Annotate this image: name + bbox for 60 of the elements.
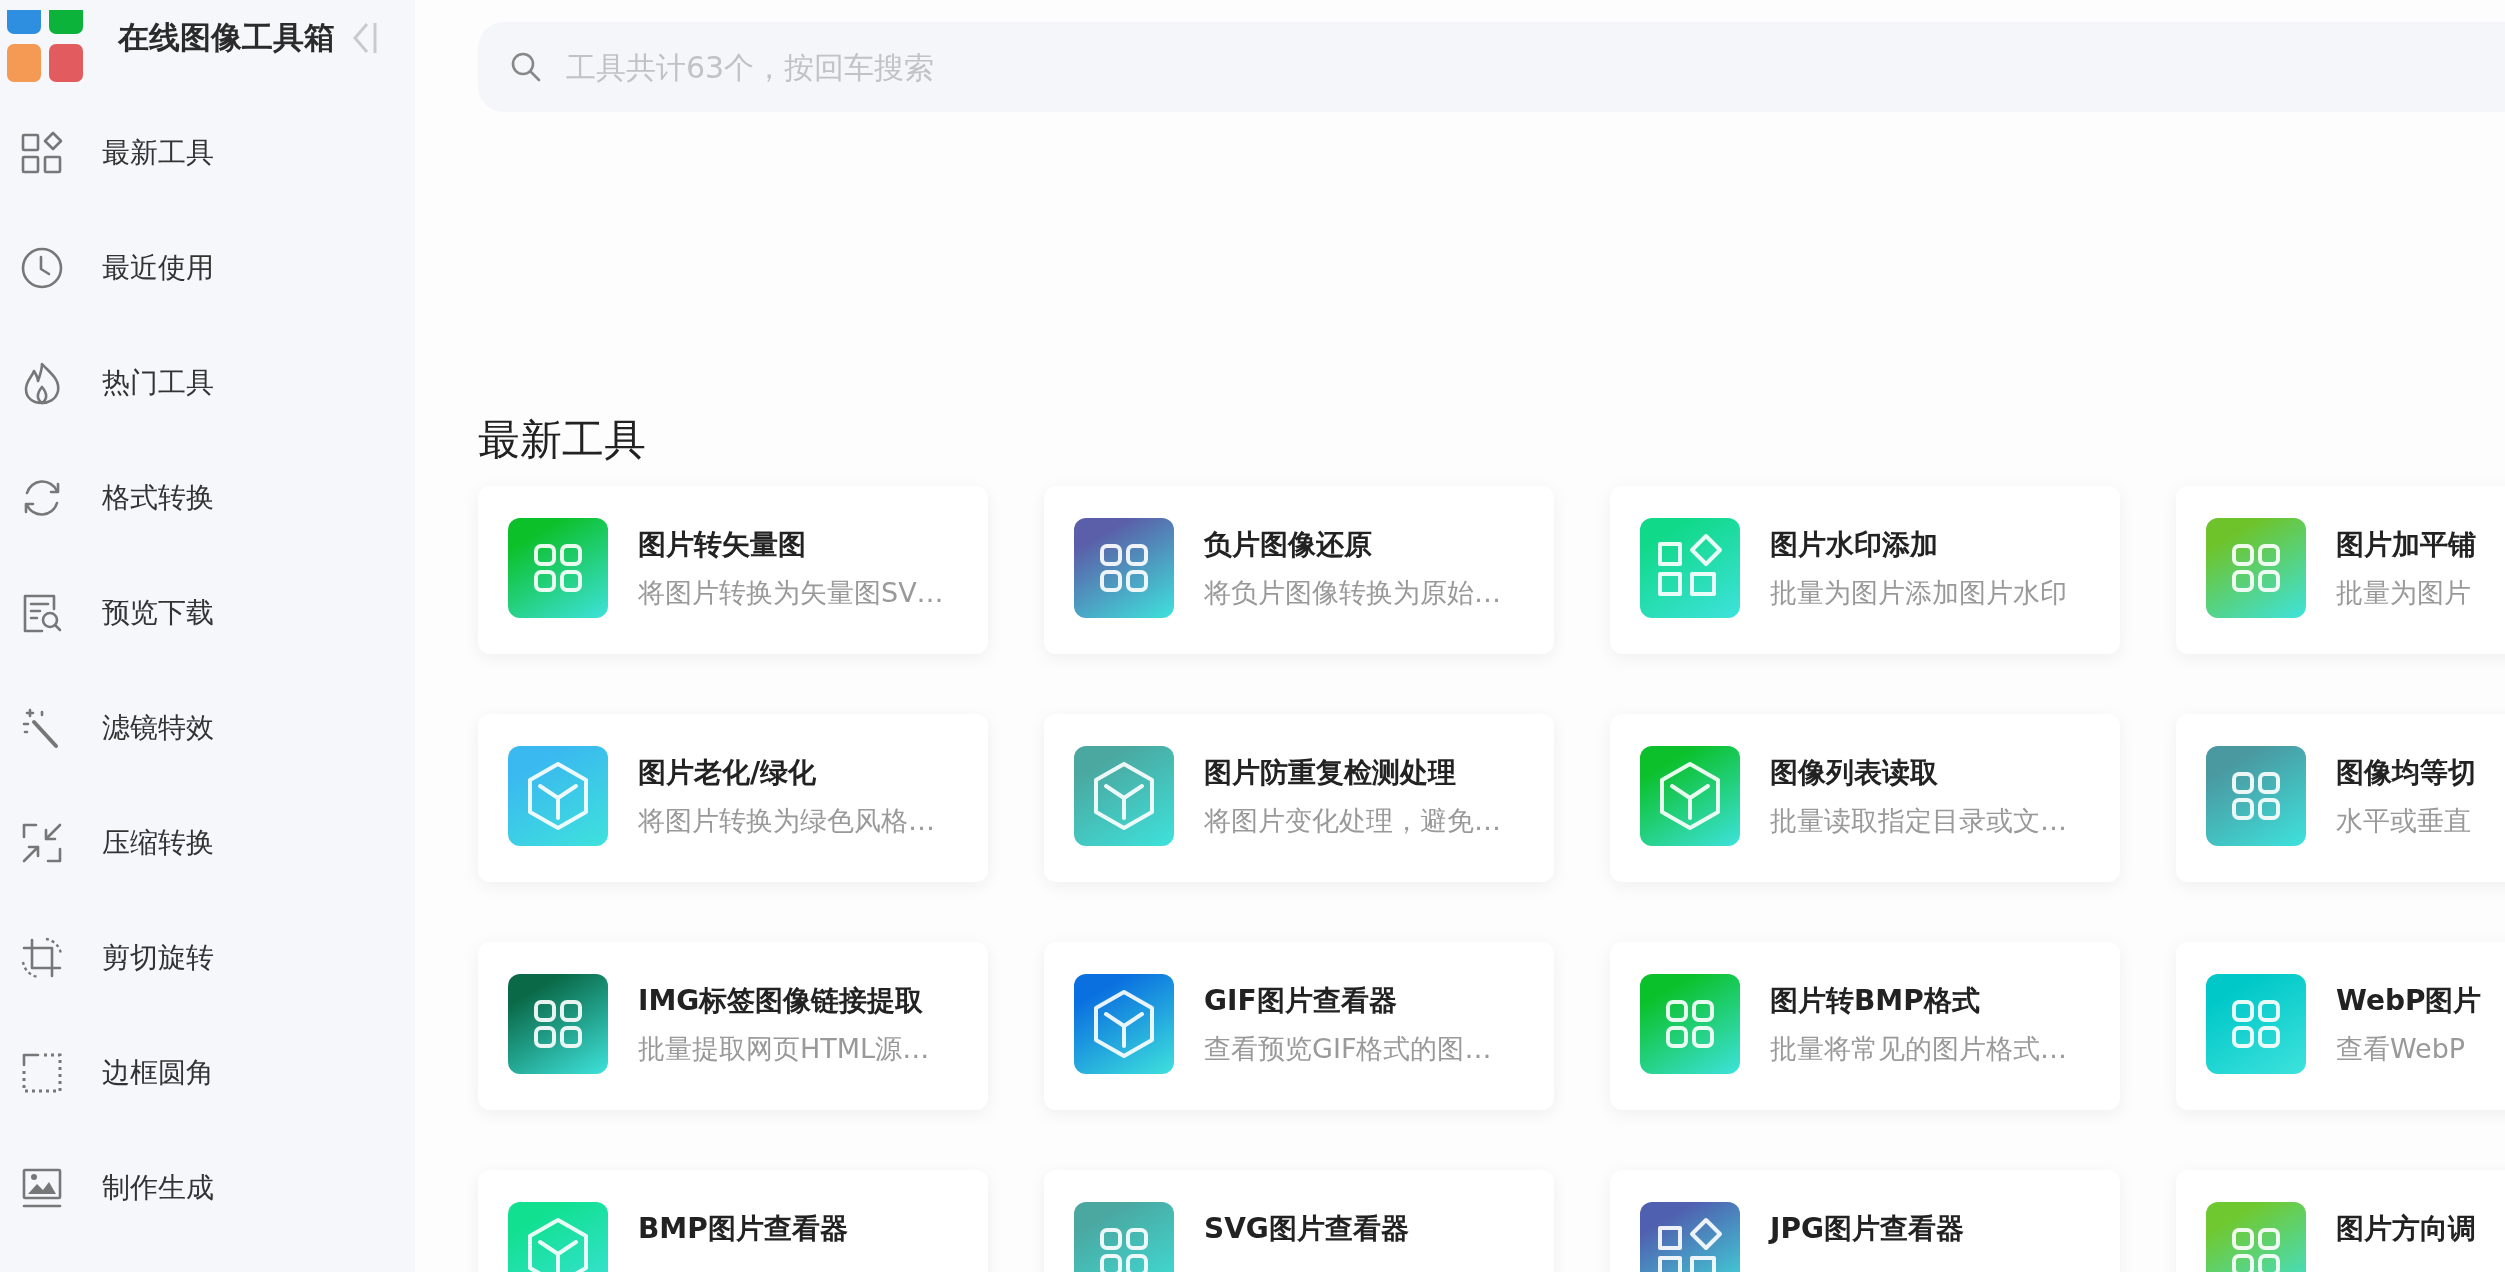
tool-description: 查看预览GIF格式的图… bbox=[1204, 1032, 1492, 1066]
tool-title: 图片加平铺 bbox=[2336, 527, 2476, 563]
tool-title: JPG图片查看器 bbox=[1770, 1211, 1964, 1247]
tool-title: 图片防重复检测处理 bbox=[1204, 755, 1457, 791]
nav-item[interactable]: 制作生成 bbox=[0, 1130, 415, 1245]
tool-title: 图片水印添加 bbox=[1770, 527, 1939, 563]
tool-title: BMP图片查看器 bbox=[638, 1211, 848, 1247]
tool-card[interactable]: 图片转矢量图 将图片转换为矢量图SV… bbox=[478, 486, 988, 654]
tool-card[interactable]: 图像均等切 水平或垂直 bbox=[2176, 714, 2505, 882]
tool-card[interactable]: 图片水印添加 批量为图片添加图片水印 bbox=[1610, 486, 2120, 654]
tool-card[interactable]: BMP图片查看器 bbox=[478, 1170, 988, 1272]
nav-item[interactable]: 格式转换 bbox=[0, 440, 415, 555]
tool-title: WebP图片 bbox=[2336, 983, 2482, 1019]
nav-item[interactable]: 压缩转换 bbox=[0, 785, 415, 900]
nav-item[interactable]: 最近使用 bbox=[0, 210, 415, 325]
tool-description: 批量为图片 bbox=[2336, 576, 2472, 610]
tool-description: 将图片转换为绿色风格… bbox=[638, 804, 935, 838]
app-title: 在线图像工具箱 bbox=[118, 17, 335, 57]
nav-item[interactable]: 热门工具 bbox=[0, 325, 415, 440]
tool-description: 水平或垂直 bbox=[2336, 804, 2472, 838]
tool-description: 批量读取指定目录或文… bbox=[1770, 804, 2067, 838]
tool-card[interactable]: 图片防重复检测处理 将图片变化处理，避免… bbox=[1044, 714, 1554, 882]
grid-icon bbox=[20, 130, 64, 175]
tool-title: 负片图像还原 bbox=[1204, 527, 1373, 563]
tool-description: 批量为图片添加图片水印 bbox=[1770, 576, 2067, 610]
tool-title: IMG标签图像链接提取 bbox=[638, 983, 925, 1019]
tool-title: SVG图片查看器 bbox=[1204, 1211, 1409, 1247]
nav-item[interactable]: 边框圆角 bbox=[0, 1015, 415, 1130]
tool-title: 图像均等切 bbox=[2336, 755, 2476, 791]
tool-card[interactable]: 图片老化/绿化 将图片转换为绿色风格… bbox=[478, 714, 988, 882]
nav-item[interactable]: 最新工具 bbox=[0, 95, 415, 210]
tool-card[interactable]: 图片方向调 bbox=[2176, 1170, 2505, 1272]
tool-description: 批量将常见的图片格式… bbox=[1770, 1032, 2067, 1066]
tool-card[interactable]: WebP图片 查看WebP bbox=[2176, 942, 2505, 1110]
tool-card[interactable]: SVG图片查看器 bbox=[1044, 1170, 1554, 1272]
tool-description: 查看WebP bbox=[2336, 1032, 2467, 1066]
tool-card[interactable]: IMG标签图像链接提取 批量提取网页HTML源… bbox=[478, 942, 988, 1110]
nav-item[interactable]: 剪切旋转 bbox=[0, 900, 415, 1015]
tool-description: 将图片转换为矢量图SV… bbox=[638, 576, 944, 610]
tool-card[interactable]: 图片加平铺 批量为图片 bbox=[2176, 486, 2505, 654]
section-heading: 最新工具 bbox=[478, 414, 647, 466]
tool-title: 图片方向调 bbox=[2336, 1211, 2476, 1247]
tool-description: 批量提取网页HTML源… bbox=[638, 1032, 930, 1066]
tool-card[interactable]: GIF图片查看器 查看预览GIF格式的图… bbox=[1044, 942, 1554, 1110]
tool-description: 将图片变化处理，避免… bbox=[1204, 804, 1501, 838]
nav-item[interactable]: 滤镜特效 bbox=[0, 670, 415, 785]
tool-card[interactable]: JPG图片查看器 bbox=[1610, 1170, 2120, 1272]
tool-card[interactable]: 图片转BMP格式 批量将常见的图片格式… bbox=[1610, 942, 2120, 1110]
tool-card[interactable]: 图像列表读取 批量读取指定目录或文… bbox=[1610, 714, 2120, 882]
nav-item[interactable]: 预览下载 bbox=[0, 555, 415, 670]
tool-title: 图像列表读取 bbox=[1770, 755, 1939, 791]
tool-title: GIF图片查看器 bbox=[1204, 983, 1398, 1019]
crop-icon bbox=[20, 935, 64, 980]
logo-icon bbox=[5, 10, 85, 85]
tool-title: 图片老化/绿化 bbox=[638, 755, 818, 791]
clock-icon bbox=[20, 245, 64, 290]
tool-title: 图片转矢量图 bbox=[638, 527, 807, 563]
tool-description: 将负片图像转换为原始… bbox=[1204, 576, 1501, 610]
tool-title: 图片转BMP格式 bbox=[1770, 983, 1981, 1019]
tool-card[interactable]: 负片图像还原 将负片图像转换为原始… bbox=[1044, 486, 1554, 654]
